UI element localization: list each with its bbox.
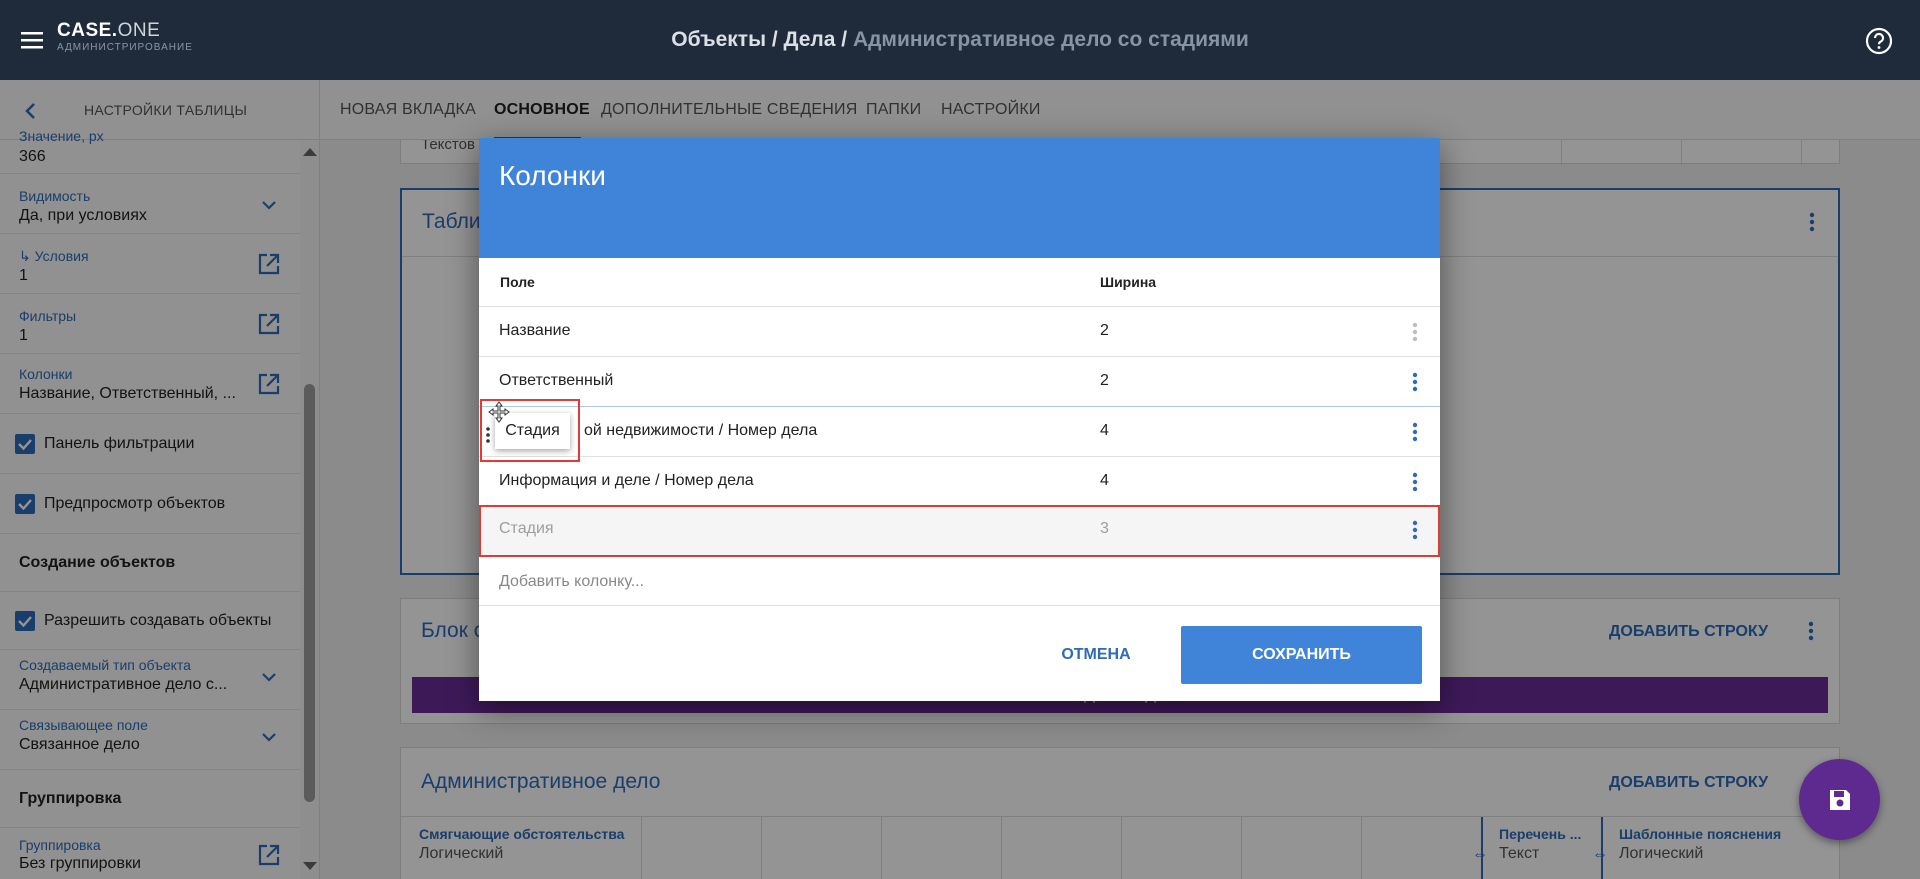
- footer-divider: [479, 605, 1440, 606]
- breadcrumb-objects[interactable]: Объекты /: [671, 28, 783, 51]
- logo: CASE.ONE АДМИНИСТРИРОВАНИЕ: [57, 20, 193, 54]
- column-row[interactable]: Название 2: [479, 307, 1440, 357]
- drag-handle-icon[interactable]: [485, 426, 491, 444]
- column-width: 2: [1100, 372, 1109, 389]
- dialog-title: Колонки: [499, 160, 606, 191]
- menu-icon[interactable]: [16, 24, 48, 56]
- floppy-disk-icon: [1827, 787, 1853, 813]
- top-bar: CASE.ONE АДМИНИСТРИРОВАНИЕ Объекты / Дел…: [0, 0, 1920, 80]
- breadcrumb: Объекты / Дела / Административное дело с…: [0, 28, 1920, 52]
- column-field: Информация и деле / Номер дела: [499, 472, 754, 489]
- column-row[interactable]: Ответственный 2: [479, 357, 1440, 407]
- breadcrumb-current: Административное дело со стадиями: [852, 28, 1249, 51]
- columns-dialog: Колонки Поле Ширина Название 2 Ответстве…: [479, 138, 1440, 701]
- more-vert-icon[interactable]: [1403, 420, 1427, 444]
- logo-one: ONE: [117, 20, 161, 41]
- column-field: Ответственный: [499, 372, 614, 389]
- cancel-button[interactable]: ОТМЕНА: [1041, 638, 1151, 672]
- column-field: Название: [499, 322, 571, 339]
- column-width: 3: [1100, 520, 1109, 537]
- more-vert-icon[interactable]: [1403, 370, 1427, 394]
- column-width: 4: [1100, 472, 1109, 489]
- drag-placeholder-row[interactable]: Стадия 3: [479, 505, 1440, 557]
- dialog-header: Колонки: [479, 138, 1440, 258]
- column-row[interactable]: Информация и деле / Номер дела 4: [479, 457, 1440, 507]
- column-field: ой недвижимости / Номер дела: [584, 422, 818, 439]
- column-width: 2: [1100, 322, 1109, 339]
- more-vert-icon[interactable]: [1403, 320, 1427, 344]
- help-icon[interactable]: [1864, 26, 1894, 56]
- column-row[interactable]: ой недвижимости / Номер дела 4: [479, 407, 1440, 457]
- save-fab-button[interactable]: [1799, 759, 1880, 840]
- more-vert-icon[interactable]: [1403, 470, 1427, 494]
- add-column-input[interactable]: Добавить колонку...: [499, 573, 644, 591]
- header-width: Ширина: [1100, 274, 1157, 290]
- logo-subtitle: АДМИНИСТРИРОВАНИЕ: [57, 42, 193, 53]
- column-width: 4: [1100, 422, 1109, 439]
- breadcrumb-cases[interactable]: Дела /: [784, 28, 853, 51]
- move-cursor-icon: [488, 401, 510, 423]
- save-button[interactable]: СОХРАНИТЬ: [1181, 626, 1422, 684]
- header-field: Поле: [500, 274, 535, 290]
- logo-main: CASE.: [57, 20, 118, 41]
- more-vert-icon[interactable]: [1403, 518, 1427, 542]
- column-field: Стадия: [499, 520, 554, 537]
